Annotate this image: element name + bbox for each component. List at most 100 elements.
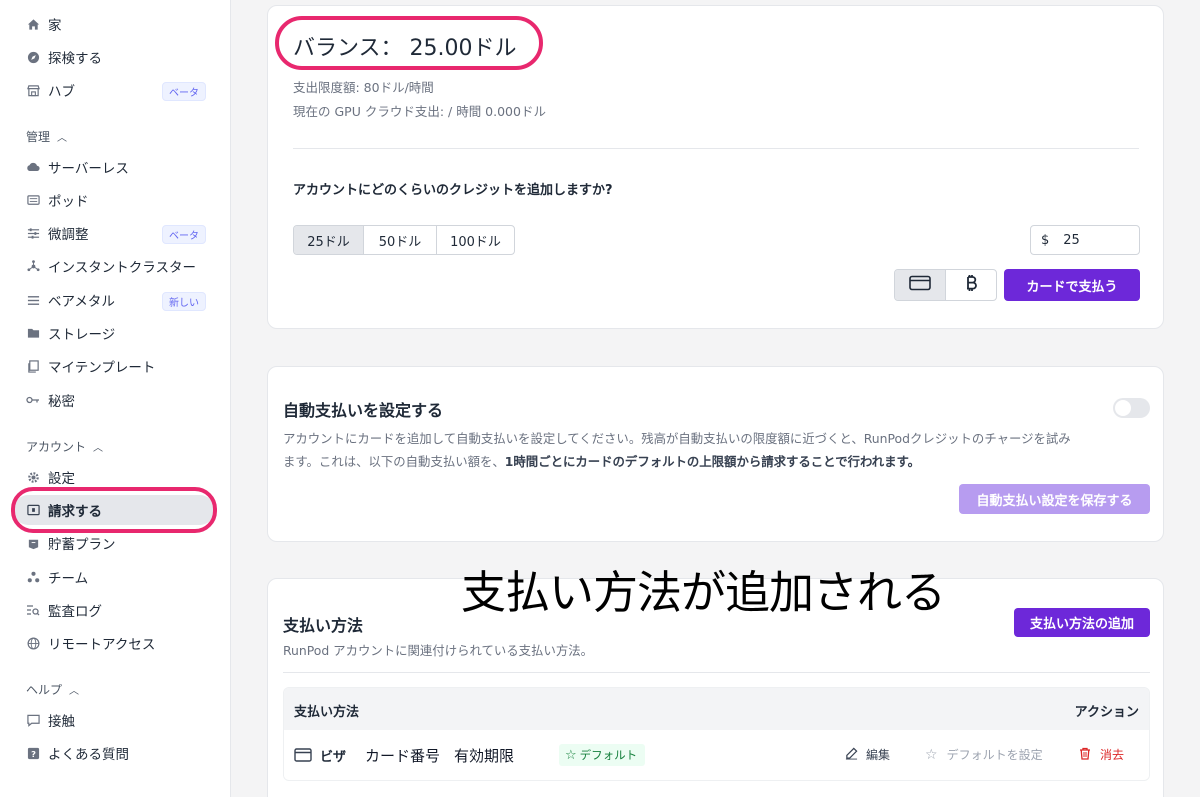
add-credit-question: アカウントにどのくらいのクレジットを追加しますか? <box>293 183 613 198</box>
chevron-up-icon: ︿ <box>57 133 68 144</box>
bitcoin-icon <box>964 273 978 297</box>
sidebar-item-label: マイテンプレート <box>48 360 156 376</box>
sidebar-item-label: 秘密 <box>48 394 75 410</box>
sidebar-item-explore[interactable]: 探検する <box>14 42 214 72</box>
pay-with-card-button[interactable]: カードで支払う <box>1004 269 1140 301</box>
trash-icon <box>1079 747 1091 763</box>
sidebar-item-label: 接触 <box>48 714 75 730</box>
sliders-icon <box>26 226 40 240</box>
autopay-description-line2: ます。これは、以下の自動支払い額を、1時間ごとにカードのデフォルトの上限額から請… <box>283 452 920 470</box>
set-default-label: デフォルトを設定 <box>946 748 1043 762</box>
sidebar-item-label: ストレージ <box>48 327 116 343</box>
sidebar-item-audit-log[interactable]: 監査ログ <box>14 595 214 625</box>
sidebar-item-team[interactable]: チーム <box>14 562 214 592</box>
section-help[interactable]: ヘルプ ︿ <box>26 681 79 698</box>
sidebar-item-label: 設定 <box>48 471 75 487</box>
sidebar-item-label: よくある質問 <box>48 747 129 763</box>
sidebar-item-instant-cluster[interactable]: インスタントクラスター <box>14 251 214 281</box>
sidebar-item-label: 微調整 <box>48 227 89 243</box>
sidebar-item-label: ベアメタル <box>48 294 115 310</box>
sidebar-item-hub[interactable]: ハブ ベータ <box>14 75 214 105</box>
sidebar-item-templates[interactable]: マイテンプレート <box>14 351 214 381</box>
amount-option-50[interactable]: 50ドル <box>364 226 437 254</box>
chevron-up-icon: ︿ <box>69 686 80 697</box>
autopay-description-line1: アカウントにカードを追加して自動支払いを設定してください。残高が自動支払いの限度… <box>283 431 1071 446</box>
save-autopay-button[interactable]: 自動支払い設定を保存する <box>959 484 1150 514</box>
sidebar-item-secrets[interactable]: 秘密 <box>14 385 214 415</box>
autopay-card: 自動支払いを設定する アカウントにカードを追加して自動支払いを設定してください。… <box>267 366 1164 542</box>
sidebar-item-contact[interactable]: 接触 <box>14 705 214 735</box>
star-icon: ☆ <box>925 746 938 763</box>
sidebar-item-bare-metal[interactable]: ベアメタル 新しい <box>14 285 214 315</box>
divider <box>293 148 1139 149</box>
sidebar-item-faq[interactable]: ? よくある質問 <box>14 738 214 768</box>
folder-icon <box>26 326 40 340</box>
sidebar-item-label: ハブ <box>48 84 75 100</box>
sidebar-item-billing[interactable]: 請求する <box>14 495 214 525</box>
sidebar-item-label: リモートアクセス <box>48 637 156 653</box>
balance-card: バランス： 25.00ドル 支出限度額: 80ドル/時間 現在の GPU クラウ… <box>267 5 1164 329</box>
audit-icon <box>26 603 40 617</box>
amount-option-25[interactable]: 25ドル <box>294 226 364 254</box>
team-icon <box>26 570 40 584</box>
section-account[interactable]: アカウント ︿ <box>26 438 103 455</box>
sidebar-item-storage[interactable]: ストレージ <box>14 318 214 348</box>
section-label: 管理 <box>26 130 51 144</box>
sidebar-item-settings[interactable]: 設定 <box>14 462 214 492</box>
column-header-action: アクション <box>1074 705 1139 720</box>
sidebar-item-label: 探検する <box>48 51 102 67</box>
key-icon <box>26 393 40 407</box>
sidebar-item-serverless[interactable]: サーバーレス <box>14 152 214 182</box>
sidebar-item-savings-plan[interactable]: 貯蓄プラン <box>14 528 214 558</box>
edit-label: 編集 <box>866 748 891 762</box>
crypto-payment-option[interactable] <box>946 270 996 300</box>
section-label: ヘルプ <box>26 683 63 697</box>
card-payment-option[interactable] <box>895 270 946 300</box>
delete-label: 消去 <box>1100 748 1125 762</box>
balance-title: バランス： 25.00ドル <box>293 36 517 61</box>
autopay-toggle[interactable] <box>1113 398 1150 418</box>
new-badge: 新しい <box>162 292 206 311</box>
sidebar-item-pods[interactable]: ポッド <box>14 185 214 215</box>
store-icon <box>26 83 40 97</box>
autopay-description-text: ます。これは、以下の自動支払い額を、 <box>283 454 505 469</box>
add-payment-method-button[interactable]: 支払い方法の追加 <box>1014 608 1150 637</box>
payment-type-toggle <box>894 269 997 301</box>
beta-badge: ベータ <box>162 225 206 244</box>
sidebar: 家 探検する ハブ ベータ 管理 ︿ サーバーレス ポッド 微調整 ベータ イン… <box>0 0 231 797</box>
section-label: アカウント <box>26 440 87 454</box>
server-icon <box>26 193 40 207</box>
toggle-knob <box>1115 400 1131 416</box>
gpu-cloud-spend: 現在の GPU クラウド支出: / 時間 0.000ドル <box>293 104 546 119</box>
default-badge: ☆ デフォルト <box>559 744 646 766</box>
cloud-icon <box>26 160 40 174</box>
spending-limit: 支出限度額: 80ドル/時間 <box>293 80 434 95</box>
amount-input[interactable]: $ 25 <box>1030 225 1140 255</box>
payment-methods-table: 支払い方法 アクション ビザ カード番号 有効期限 ☆ デフォルト 編集 ☆ デ… <box>283 687 1150 781</box>
delete-button[interactable]: 消去 <box>1079 746 1124 763</box>
sidebar-item-label: チーム <box>48 571 89 587</box>
question-icon: ? <box>26 746 40 760</box>
payment-methods-subtitle: RunPod アカウントに関連付けられている支払い方法。 <box>283 643 594 658</box>
payment-methods-title: 支払い方法 <box>283 616 364 635</box>
divider <box>283 672 1150 673</box>
amount-option-100[interactable]: 100ドル <box>437 226 514 254</box>
home-icon <box>26 17 40 31</box>
gear-icon <box>26 470 40 484</box>
table-header: 支払い方法 アクション <box>284 688 1149 730</box>
sidebar-item-finetune[interactable]: 微調整 ベータ <box>14 218 214 248</box>
edit-button[interactable]: 編集 <box>845 746 890 763</box>
sidebar-item-label: 監査ログ <box>48 604 102 620</box>
template-icon <box>26 359 40 373</box>
set-default-button[interactable]: ☆ デフォルトを設定 <box>925 746 1043 763</box>
cluster-icon <box>26 259 40 273</box>
annotation-caption: 支払い方法が追加される <box>461 566 946 619</box>
sidebar-item-label: ポッド <box>48 194 89 210</box>
currency-symbol: $ <box>1041 232 1050 248</box>
sidebar-item-home[interactable]: 家 <box>14 9 214 39</box>
card-number: カード番号 <box>365 747 441 765</box>
sidebar-item-remote-access[interactable]: リモートアクセス <box>14 628 214 658</box>
autopay-description-bold: 1時間ごとにカードのデフォルトの上限額から請求することで行われます。 <box>504 454 921 469</box>
section-manage[interactable]: 管理 ︿ <box>26 128 67 145</box>
sidebar-item-label: サーバーレス <box>48 161 129 177</box>
